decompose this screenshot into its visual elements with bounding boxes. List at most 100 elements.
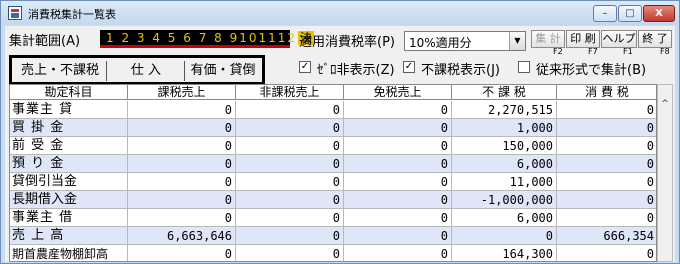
account-name: 事業主 貸 bbox=[10, 101, 128, 119]
help-button[interactable]: ヘルプ bbox=[601, 30, 637, 48]
tab-purchase[interactable]: 仕 入 bbox=[110, 61, 182, 81]
exempt-sales-cell: 0 bbox=[344, 227, 452, 245]
nontax-cell: 0 bbox=[452, 227, 557, 245]
print-button[interactable]: 印 刷 bbox=[566, 30, 600, 48]
nontaxable-sales-cell: 0 bbox=[236, 245, 344, 261]
app-window: 消費税集計一覧表 – □ X 集計範囲(A) 1 2 3 4 5 6 7 8 9… bbox=[0, 0, 680, 264]
print-key: F7 bbox=[588, 47, 598, 56]
minimize-button[interactable]: – bbox=[593, 5, 617, 22]
nontax-cell: 1,000 bbox=[452, 119, 557, 137]
account-name: 期首農産物棚卸高 bbox=[10, 245, 128, 261]
table-row[interactable]: 長期借入金 0 0 0 -1,000,000 0 bbox=[10, 191, 656, 209]
vertical-scrollbar[interactable]: ^ bbox=[657, 84, 673, 262]
taxable-sales-cell: 0 bbox=[128, 119, 236, 137]
table-row[interactable]: 預 り 金 0 0 0 6,000 0 bbox=[10, 155, 656, 173]
title-bar: 消費税集計一覧表 – □ X bbox=[1, 1, 679, 25]
range-selector[interactable]: 1 2 3 4 5 6 7 8 9101112 決 bbox=[100, 30, 315, 48]
app-icon bbox=[8, 6, 22, 20]
chevron-down-icon[interactable]: ▼ bbox=[509, 32, 525, 50]
taxable-sales-cell: 0 bbox=[128, 137, 236, 155]
scroll-up-icon[interactable]: ^ bbox=[658, 97, 672, 111]
exit-key: F8 bbox=[660, 47, 670, 56]
nontaxable-sales-cell: 0 bbox=[236, 173, 344, 191]
nontax-cell: 2,270,515 bbox=[452, 101, 557, 119]
checkbox-box[interactable]: ✓ bbox=[403, 61, 415, 73]
taxrate-label: 適用消費税率(P) bbox=[299, 35, 395, 50]
account-name: 長期借入金 bbox=[10, 191, 128, 209]
nontax-show-label: 不課税表示(J) bbox=[421, 63, 500, 78]
account-name: 事業主 借 bbox=[10, 209, 128, 227]
taxable-sales-cell: 0 bbox=[128, 101, 236, 119]
zero-hide-label: ｾﾞﾛ非表示(Z) bbox=[317, 63, 395, 78]
exempt-sales-cell: 0 bbox=[344, 191, 452, 209]
exempt-sales-cell: 0 bbox=[344, 173, 452, 191]
header-consumption-tax: 消 費 税 bbox=[557, 85, 656, 100]
consumption-tax-cell: 666,354 bbox=[557, 227, 656, 245]
header-exempt-sales: 免税売上 bbox=[344, 85, 452, 100]
header-taxable-sales: 課税売上 bbox=[128, 85, 236, 100]
account-name: 売 上 高 bbox=[10, 227, 128, 245]
consumption-tax-cell: 0 bbox=[557, 191, 656, 209]
tab-securities-baddebt[interactable]: 有価・貸倒 bbox=[186, 61, 260, 81]
nontaxable-sales-cell: 0 bbox=[236, 209, 344, 227]
exempt-sales-cell: 0 bbox=[344, 209, 452, 227]
nontaxable-sales-cell: 0 bbox=[236, 119, 344, 137]
table-row[interactable]: 期首農産物棚卸高 0 0 0 164,300 0 bbox=[10, 245, 656, 261]
taxrate-value: 10%適用分 bbox=[409, 36, 472, 50]
grid-header: 勘定科目 課税売上 非課税売上 免税売上 不 課 税 消 費 税 bbox=[10, 85, 656, 100]
nontax-cell: 6,000 bbox=[452, 155, 557, 173]
account-name: 貸倒引当金 bbox=[10, 173, 128, 191]
tab-sales-nontax[interactable]: 売上・不課税 bbox=[16, 61, 104, 81]
nontaxable-sales-cell: 0 bbox=[236, 191, 344, 209]
taxable-sales-cell: 0 bbox=[128, 245, 236, 261]
nontax-cell: 150,000 bbox=[452, 137, 557, 155]
exit-button[interactable]: 終 了 bbox=[638, 30, 672, 48]
account-name: 前 受 金 bbox=[10, 137, 128, 155]
taxrate-select[interactable]: 10%適用分 ▼ bbox=[404, 31, 526, 51]
table-row[interactable]: 事業主 借 0 0 0 6,000 0 bbox=[10, 209, 656, 227]
consumption-tax-cell: 0 bbox=[557, 101, 656, 119]
summary-grid: 勘定科目 課税売上 非課税売上 免税売上 不 課 税 消 費 税 事業主 貸 0… bbox=[9, 84, 657, 262]
aggregate-button[interactable]: 集 計 bbox=[531, 30, 565, 48]
exempt-sales-cell: 0 bbox=[344, 137, 452, 155]
nontaxable-sales-cell: 0 bbox=[236, 137, 344, 155]
maximize-button[interactable]: □ bbox=[618, 5, 642, 22]
consumption-tax-cell: 0 bbox=[557, 245, 656, 261]
close-button[interactable]: X bbox=[643, 5, 675, 22]
range-months-text: 1 2 3 4 5 6 7 8 9101112 bbox=[106, 31, 298, 45]
nontax-cell: -1,000,000 bbox=[452, 191, 557, 209]
client-area: 集計範囲(A) 1 2 3 4 5 6 7 8 9101112 決 適用消費税率(… bbox=[5, 26, 675, 262]
account-name: 預 り 金 bbox=[10, 155, 128, 173]
tab-divider bbox=[184, 61, 185, 81]
consumption-tax-cell: 0 bbox=[557, 119, 656, 137]
header-nontaxable-sales: 非課税売上 bbox=[236, 85, 344, 100]
aggregate-key: F2 bbox=[553, 47, 563, 56]
table-row[interactable]: 前 受 金 0 0 0 150,000 0 bbox=[10, 137, 656, 155]
consumption-tax-cell: 0 bbox=[557, 137, 656, 155]
taxable-sales-cell: 0 bbox=[128, 191, 236, 209]
taxable-sales-cell: 0 bbox=[128, 173, 236, 191]
nontax-cell: 6,000 bbox=[452, 209, 557, 227]
taxable-sales-cell: 0 bbox=[128, 155, 236, 173]
range-months[interactable]: 1 2 3 4 5 6 7 8 9101112 決 bbox=[106, 30, 315, 46]
account-name: 買 掛 金 bbox=[10, 119, 128, 137]
checkbox-box[interactable]: ✓ bbox=[299, 61, 311, 73]
nontax-cell: 164,300 bbox=[452, 245, 557, 261]
table-row[interactable]: 買 掛 金 0 0 0 1,000 0 bbox=[10, 119, 656, 137]
range-label: 集計範囲(A) bbox=[9, 34, 81, 49]
header-nontax: 不 課 税 bbox=[452, 85, 557, 100]
exempt-sales-cell: 0 bbox=[344, 101, 452, 119]
table-row[interactable]: 事業主 貸 0 0 0 2,270,515 0 bbox=[10, 101, 656, 119]
nontax-cell: 11,000 bbox=[452, 173, 557, 191]
table-row[interactable]: 売 上 高 6,663,646 0 0 0 666,354 bbox=[10, 227, 656, 245]
table-row[interactable]: 貸倒引当金 0 0 0 11,000 0 bbox=[10, 173, 656, 191]
taxable-sales-cell: 6,663,646 bbox=[128, 227, 236, 245]
nontaxable-sales-cell: 0 bbox=[236, 227, 344, 245]
help-key: F1 bbox=[623, 47, 633, 56]
nontaxable-sales-cell: 0 bbox=[236, 101, 344, 119]
checkbox-box[interactable] bbox=[518, 61, 530, 73]
header-account: 勘定科目 bbox=[10, 85, 128, 100]
window-title: 消費税集計一覧表 bbox=[28, 8, 116, 21]
exempt-sales-cell: 0 bbox=[344, 245, 452, 261]
consumption-tax-cell: 0 bbox=[557, 155, 656, 173]
